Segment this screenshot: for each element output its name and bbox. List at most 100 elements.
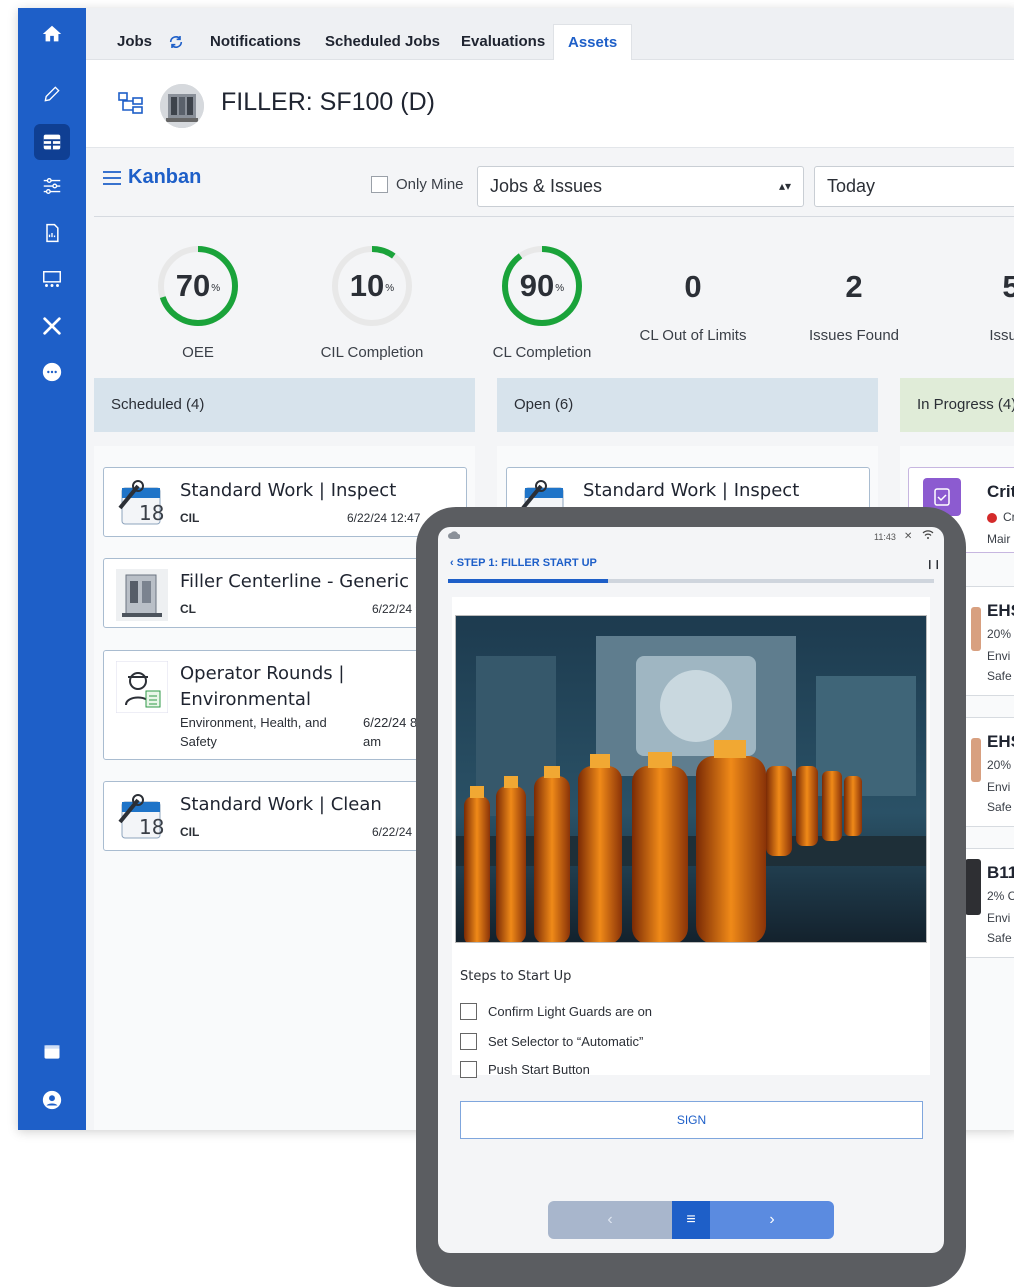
issues-stat[interactable]: 5 Issues [946, 265, 1014, 344]
checklist-label: Push Start Button [488, 1062, 590, 1077]
cil-gauge: 10% [330, 244, 414, 328]
card-title: Standard Work | Inspect [583, 480, 800, 501]
steps-menu-button[interactable]: ≡ [672, 1201, 710, 1239]
checklist-item[interactable]: Set Selector to “Automatic” [460, 1033, 643, 1050]
team-board-icon[interactable] [18, 260, 86, 300]
column-open-header: Open (6) [497, 378, 878, 432]
equipment-thumb [965, 859, 981, 915]
card-type: CIL [180, 511, 200, 525]
back-chevron-icon[interactable]: ‹ [450, 557, 454, 569]
refresh-icon[interactable] [168, 34, 184, 55]
card-date-line2: am [363, 734, 382, 749]
signal-icon: ✕ [904, 531, 913, 542]
more-icon[interactable] [18, 352, 86, 392]
card-date-line1: 6/22/24 8 [363, 715, 418, 730]
step-progress-bar [448, 579, 934, 583]
tab-notifications[interactable]: Notifications [196, 24, 315, 60]
card-title: Filler Centerline - Generic [180, 571, 410, 592]
report-icon[interactable] [18, 213, 86, 253]
svg-text:18: 18 [139, 815, 164, 839]
document-thumb [971, 607, 981, 651]
table-icon[interactable] [18, 122, 86, 162]
pause-icon[interactable]: ❙❙ [926, 559, 941, 570]
pencil-icon[interactable] [18, 74, 86, 114]
jobs-issues-select[interactable]: Jobs & Issues ▴▾ [477, 166, 804, 207]
card-progress: 2% C [987, 889, 1014, 903]
tab-assets[interactable]: Assets [553, 24, 633, 60]
select-updown-icon: ▴▾ [778, 179, 791, 193]
card-category: Envi [987, 649, 1011, 663]
card-category-line1: Environment, Health, and [180, 715, 327, 730]
card-category-2: Safe [987, 931, 1012, 945]
cl-completion-metric[interactable]: 90% CL Completion [467, 244, 617, 361]
asset-avatar [160, 84, 204, 128]
card-standard-work-clean[interactable]: 18 Standard Work | Clean CIL 6/22/24 7: [103, 781, 467, 851]
step-header[interactable]: ‹ STEP 1: FILLER START UP [450, 557, 597, 569]
card-category-line2: Safety [180, 734, 217, 749]
card-category: Envi [987, 911, 1011, 925]
left-sidebar [18, 8, 86, 1130]
checkbox-box[interactable] [460, 1003, 477, 1020]
oee-metric[interactable]: 70% OEE [138, 244, 258, 361]
previous-step-button[interactable]: ‹ [548, 1201, 672, 1239]
jobs-issues-value: Jobs & Issues [490, 176, 603, 196]
worker-checklist-icon [115, 660, 169, 714]
sign-button[interactable]: SIGN [460, 1101, 923, 1139]
card-type: CL [180, 602, 196, 616]
user-account-icon[interactable] [18, 1080, 86, 1120]
only-mine-checkbox[interactable]: Only Mine [371, 176, 464, 193]
wifi-icon [922, 530, 934, 542]
checklist-item[interactable]: Push Start Button [460, 1061, 590, 1078]
issues-found-value: 2 [845, 269, 863, 304]
date-range-select[interactable]: Today [814, 166, 1014, 207]
card-category-2: Safe [987, 669, 1012, 683]
card-category-2: Safe [987, 800, 1012, 814]
top-tab-bar: Jobs Notifications Scheduled Jobs Evalua… [86, 8, 1014, 60]
card-filler-centerline[interactable]: Filler Centerline - Generic CL 6/22/24 9… [103, 558, 467, 628]
column-scheduled-header: Scheduled (4) [94, 378, 475, 432]
checkbox-box[interactable] [460, 1061, 477, 1078]
tab-scheduled-jobs[interactable]: Scheduled Jobs [311, 24, 454, 60]
home-icon[interactable] [18, 14, 86, 54]
sliders-icon[interactable] [18, 166, 86, 206]
card-standard-work-inspect[interactable]: 18 Standard Work | Inspect CIL 6/22/24 1… [103, 467, 467, 537]
calendar-wrench-icon: 18 [116, 792, 168, 844]
bottling-line-photo [455, 615, 927, 943]
tab-jobs[interactable]: Jobs [103, 24, 166, 60]
hamburger-menu-icon[interactable] [102, 170, 122, 191]
steps-heading: Steps to Start Up [460, 969, 572, 984]
svg-text:18: 18 [139, 501, 164, 525]
checklist-item[interactable]: Confirm Light Guards are on [460, 1003, 652, 1020]
next-step-button[interactable]: › [710, 1201, 834, 1239]
card-title: EHS [987, 601, 1014, 620]
tools-icon[interactable] [18, 306, 86, 346]
cl-out-of-limits-stat[interactable]: 0 CL Out of Limits [628, 265, 758, 344]
card-title: EHS [987, 732, 1014, 751]
issues-label: Issues [989, 327, 1014, 344]
card-category: Envi [987, 780, 1011, 794]
checkbox-box[interactable] [460, 1033, 477, 1050]
card-title: Standard Work | Clean [180, 794, 382, 815]
calendar-wrench-icon: 18 [116, 478, 168, 530]
tab-evaluations[interactable]: Evaluations [447, 24, 559, 60]
toolbar-divider [94, 216, 1014, 217]
cl-out-of-limits-label: CL Out of Limits [639, 327, 747, 344]
card-operator-rounds[interactable]: Operator Rounds | Environmental Environm… [103, 650, 467, 760]
window-icon[interactable] [18, 1032, 86, 1072]
card-date: 6/22/24 12:47 [347, 511, 421, 525]
checklist-label: Set Selector to “Automatic” [488, 1034, 644, 1049]
checklist-label: Confirm Light Guards are on [488, 1004, 653, 1019]
card-title: Standard Work | Inspect [180, 480, 397, 501]
asset-title: FILLER: SF100 (D) [221, 88, 435, 116]
cl-gauge: 90% [500, 244, 584, 328]
tablet-status-bar: 11:43 ✕ [438, 527, 944, 551]
only-mine-label: Only Mine [396, 176, 464, 193]
issues-found-stat[interactable]: 2 Issues Found [789, 265, 919, 344]
cil-completion-metric[interactable]: 10% CIL Completion [297, 244, 447, 361]
checkbox-box[interactable] [371, 176, 388, 193]
hierarchy-tree-icon[interactable] [118, 92, 144, 121]
step-navigation: ‹ ≡ › [548, 1201, 834, 1239]
asset-header: FILLER: SF100 (D) [86, 60, 1014, 148]
step-progress-fill [448, 579, 609, 583]
oee-value: 70% [175, 268, 221, 303]
